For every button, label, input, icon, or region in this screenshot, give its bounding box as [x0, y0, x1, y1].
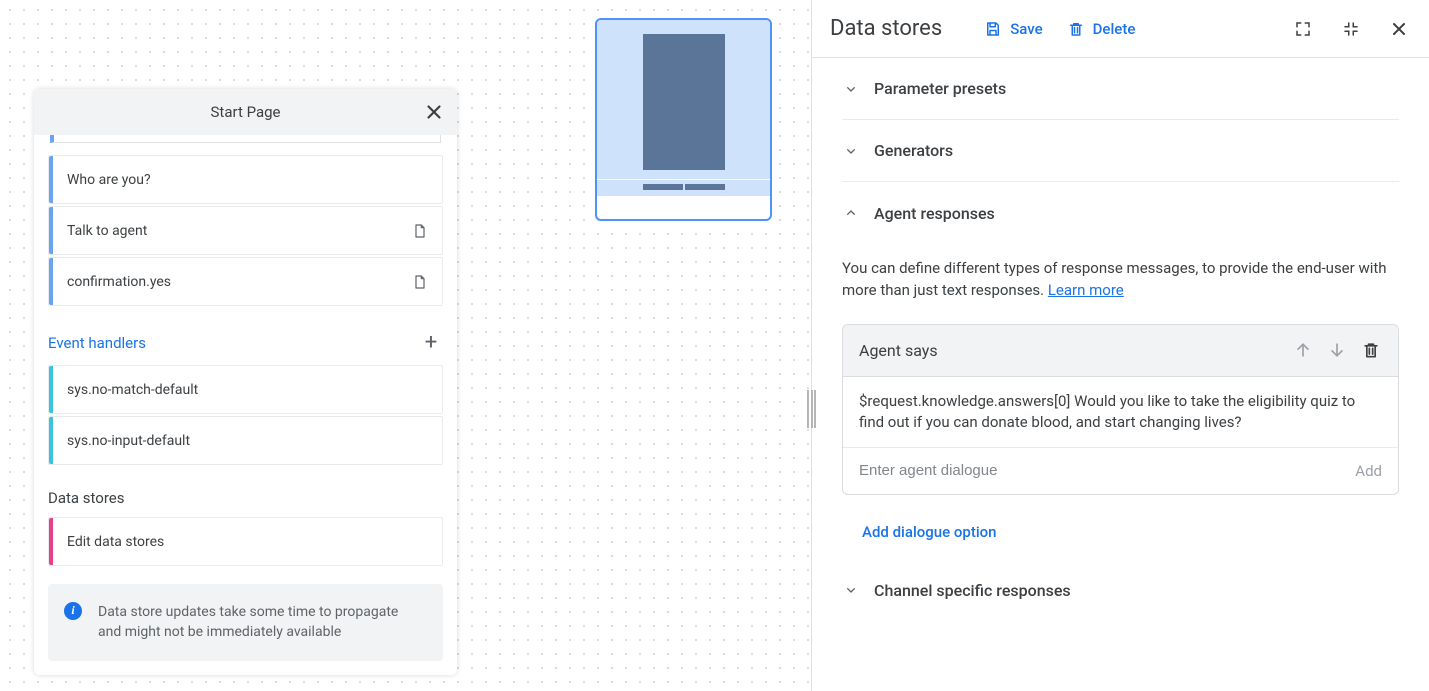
intent-label: Who are you? [53, 172, 442, 188]
agent-says-text[interactable]: $request.knowledge.answers[0] Would you … [843, 377, 1398, 448]
section-label: Channel specific responses [874, 581, 1071, 600]
agent-says-title: Agent says [859, 341, 1280, 360]
chevron-down-icon [842, 81, 860, 97]
agent-dialogue-input[interactable] [859, 462, 1343, 479]
page-icon [412, 272, 428, 292]
start-page-header: Start Page [34, 89, 457, 135]
expand-icon[interactable] [1291, 17, 1315, 41]
flow-minimap[interactable] [595, 18, 772, 221]
add-dialogue-button[interactable]: Add [1343, 462, 1382, 480]
event-handler-label: sys.no-match-default [53, 382, 442, 398]
data-store-info-box: i Data store updates take some time to p… [48, 584, 443, 661]
panel-title: Data stores [830, 16, 942, 41]
intent-label: Talk to agent [53, 223, 412, 239]
agent-says-card: Agent says $request.knowledge.answers[0]… [842, 324, 1399, 495]
intent-route-item[interactable]: Talk to agent [48, 206, 443, 255]
move-up-icon[interactable] [1292, 339, 1314, 361]
right-panel: Data stores Save Delete Parameter preset… [812, 0, 1429, 691]
panel-resize-divider[interactable] [811, 0, 812, 691]
delete-button[interactable]: Delete [1067, 20, 1136, 38]
save-label: Save [1010, 20, 1042, 38]
minimap-viewport [597, 20, 770, 179]
intent-route-item[interactable]: Who are you? [48, 155, 443, 204]
event-handlers-head: Event handlers + [48, 330, 443, 355]
chevron-up-icon [842, 205, 860, 221]
intent-route-list: Who are you? Talk to agent confirmation.… [48, 155, 443, 306]
drag-handle-icon[interactable] [807, 390, 816, 428]
start-page-body: Who are you? Talk to agent confirmation.… [34, 135, 457, 675]
close-panel-icon[interactable] [1387, 17, 1411, 41]
minimap-nodes-row [597, 180, 770, 196]
agent-says-header: Agent says [843, 325, 1398, 377]
save-button[interactable]: Save [984, 20, 1042, 38]
intent-route-item[interactable]: confirmation.yes [48, 257, 443, 306]
section-label: Agent responses [874, 204, 995, 223]
event-handler-item[interactable]: sys.no-match-default [48, 365, 443, 414]
data-stores-head: Data stores [48, 489, 443, 507]
intent-label: confirmation.yes [53, 274, 412, 290]
add-dialogue-option-button[interactable]: Add dialogue option [862, 523, 1399, 541]
section-channel-specific[interactable]: Channel specific responses [842, 581, 1399, 600]
chevron-down-icon [842, 143, 860, 159]
add-event-handler-button[interactable]: + [419, 330, 443, 355]
data-store-item[interactable]: Edit data stores [48, 517, 443, 566]
section-label: Parameter presets [874, 79, 1006, 98]
learn-more-link[interactable]: Learn more [1048, 281, 1124, 299]
agent-dialogue-input-row: Add [843, 448, 1398, 494]
section-parameter-presets[interactable]: Parameter presets [842, 58, 1399, 120]
page-icon [412, 221, 428, 241]
start-page-title: Start Page [211, 103, 281, 121]
event-handler-item[interactable]: sys.no-input-default [48, 416, 443, 465]
start-page-card: Start Page Who are you? Talk to agent [34, 89, 457, 675]
minimap-node [643, 34, 725, 170]
event-handlers-title: Event handlers [48, 334, 146, 352]
close-icon[interactable] [423, 101, 445, 123]
data-stores-title: Data stores [48, 489, 125, 507]
info-text: Data store updates take some time to pro… [98, 604, 398, 640]
collapse-icon[interactable] [1339, 17, 1363, 41]
right-panel-body: Parameter presets Generators Agent respo… [812, 58, 1429, 691]
delete-response-icon[interactable] [1360, 339, 1382, 361]
info-icon: i [64, 602, 82, 620]
delete-label: Delete [1093, 20, 1136, 38]
section-generators[interactable]: Generators [842, 120, 1399, 182]
move-down-icon[interactable] [1326, 339, 1348, 361]
flow-canvas[interactable]: Start Page Who are you? Talk to agent [0, 0, 811, 691]
truncated-item-indicator [50, 135, 441, 143]
data-store-label: Edit data stores [53, 534, 442, 550]
right-panel-header: Data stores Save Delete [812, 0, 1429, 58]
section-label: Generators [874, 141, 953, 160]
section-agent-responses[interactable]: Agent responses [842, 182, 1399, 244]
chevron-down-icon [842, 582, 860, 598]
agent-responses-description: You can define different types of respon… [842, 258, 1399, 302]
event-handler-label: sys.no-input-default [53, 433, 442, 449]
